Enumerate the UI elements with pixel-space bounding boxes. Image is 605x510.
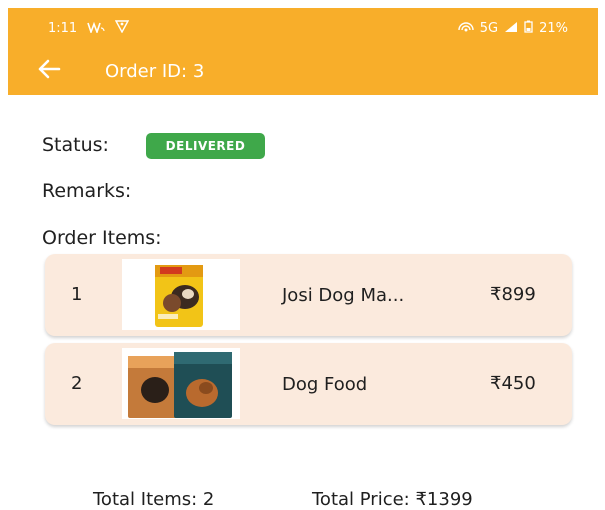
hotspot-icon — [458, 21, 474, 36]
battery-icon — [524, 20, 533, 36]
signal-icon — [504, 21, 518, 36]
product-image — [122, 259, 240, 330]
app-bar: Order ID: 3 — [8, 48, 598, 95]
status-label: Status: — [42, 134, 109, 156]
network-type: 5G — [479, 20, 499, 36]
shield-icon — [115, 20, 130, 36]
item-name: Dog Food — [282, 374, 368, 395]
order-items-label: Order Items: — [42, 227, 162, 249]
wifi-calling-icon — [87, 21, 105, 36]
remarks-label: Remarks: — [42, 180, 132, 202]
status-badge: DELIVERED — [146, 133, 265, 159]
total-items: Total Items: 2 — [93, 489, 215, 510]
battery-level: 21% — [539, 20, 568, 36]
order-item-card[interactable]: 1 Josi Dog Ma... ₹899 — [45, 254, 572, 336]
order-item-card[interactable]: 2 Dog Food ₹450 — [45, 343, 572, 425]
item-price: ₹899 — [490, 284, 536, 305]
back-button[interactable] — [34, 58, 64, 84]
top-bar: 1:11 5G 21% Order ID: 3 — [8, 8, 598, 95]
page-title: Order ID: 3 — [105, 61, 205, 82]
item-index: 1 — [71, 284, 83, 305]
item-index: 2 — [71, 373, 83, 394]
status-time: 1:11 — [48, 20, 78, 36]
arrow-left-icon — [37, 59, 61, 83]
total-price: Total Price: ₹1399 — [312, 489, 473, 510]
item-name: Josi Dog Ma... — [282, 285, 405, 306]
product-image — [122, 348, 240, 419]
status-bar: 1:11 5G 21% — [8, 8, 598, 48]
item-price: ₹450 — [490, 373, 536, 394]
